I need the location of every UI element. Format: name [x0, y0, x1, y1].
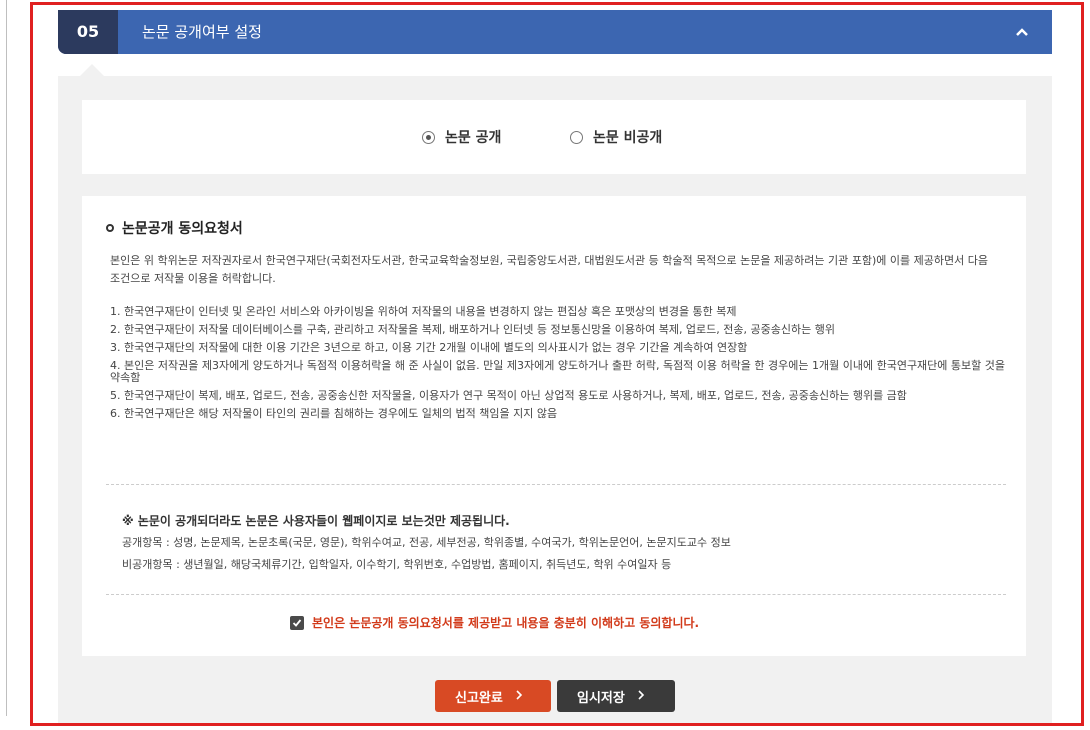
highlight-frame: [30, 2, 1084, 726]
page-left-border: [6, 0, 7, 716]
